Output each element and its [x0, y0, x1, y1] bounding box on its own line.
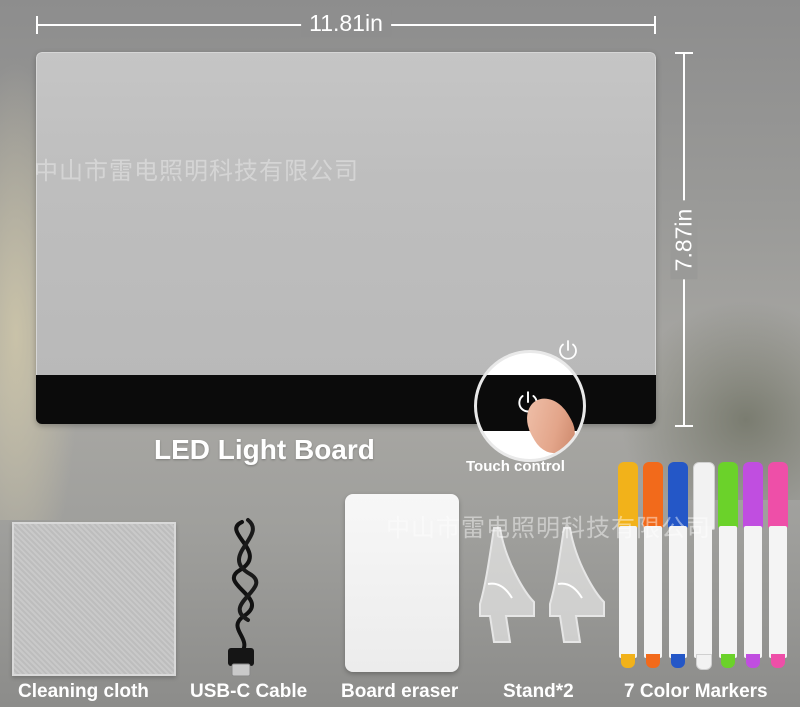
marker-tip: [721, 654, 735, 668]
watermark-text: 中山市雷电照明科技有限公司: [34, 158, 359, 185]
marker-icon: [743, 462, 763, 672]
marker-body: [644, 526, 662, 658]
board-light-surface: [36, 52, 656, 376]
stand-label: Stand*2: [503, 681, 574, 702]
marker-icon: [618, 462, 638, 672]
board-eraser-label: Board eraser: [341, 681, 459, 702]
marker-body: [694, 526, 712, 658]
usb-cable-label: USB-C Cable: [190, 681, 308, 702]
color-markers-label: 7 Color Markers: [624, 681, 768, 702]
marker-icon: [643, 462, 663, 672]
marker-cap: [718, 462, 738, 528]
marker-tip: [746, 654, 760, 668]
marker-icon: [718, 462, 738, 672]
width-dimension-tick-right: [654, 16, 656, 34]
marker-body: [669, 526, 687, 658]
marker-tip: [646, 654, 660, 668]
marker-body: [744, 526, 762, 658]
watermark-text: 中山市雷电照明科技有限公司: [386, 515, 711, 542]
touch-control-label: Touch control: [466, 458, 565, 475]
width-dimension-label: 11.81in: [301, 10, 391, 37]
height-dimension: 7.87in: [670, 52, 698, 427]
height-dimension-tick-top: [675, 52, 693, 54]
color-markers-image: [618, 462, 792, 672]
cleaning-cloth-label: Cleaning cloth: [18, 681, 149, 702]
marker-icon: [693, 462, 715, 672]
touch-control-zoom: [474, 350, 586, 462]
marker-tip: [771, 654, 785, 668]
marker-body: [769, 526, 787, 658]
usb-cable-icon: [228, 518, 259, 677]
height-dimension-label: 7.87in: [670, 200, 698, 279]
marker-tip: [671, 654, 685, 668]
marker-cap: [768, 462, 788, 528]
marker-body: [619, 526, 637, 658]
product-title: LED Light Board: [154, 434, 375, 465]
marker-icon: [668, 462, 688, 672]
height-dimension-tick-bottom: [675, 425, 693, 427]
width-dimension-tick-left: [36, 16, 38, 34]
width-dimension: 11.81in: [36, 10, 656, 37]
marker-tip: [696, 654, 712, 670]
marker-icon: [768, 462, 788, 672]
marker-tip: [621, 654, 635, 668]
marker-body: [719, 526, 737, 658]
marker-cap: [743, 462, 763, 528]
cleaning-cloth-image: [12, 522, 176, 676]
